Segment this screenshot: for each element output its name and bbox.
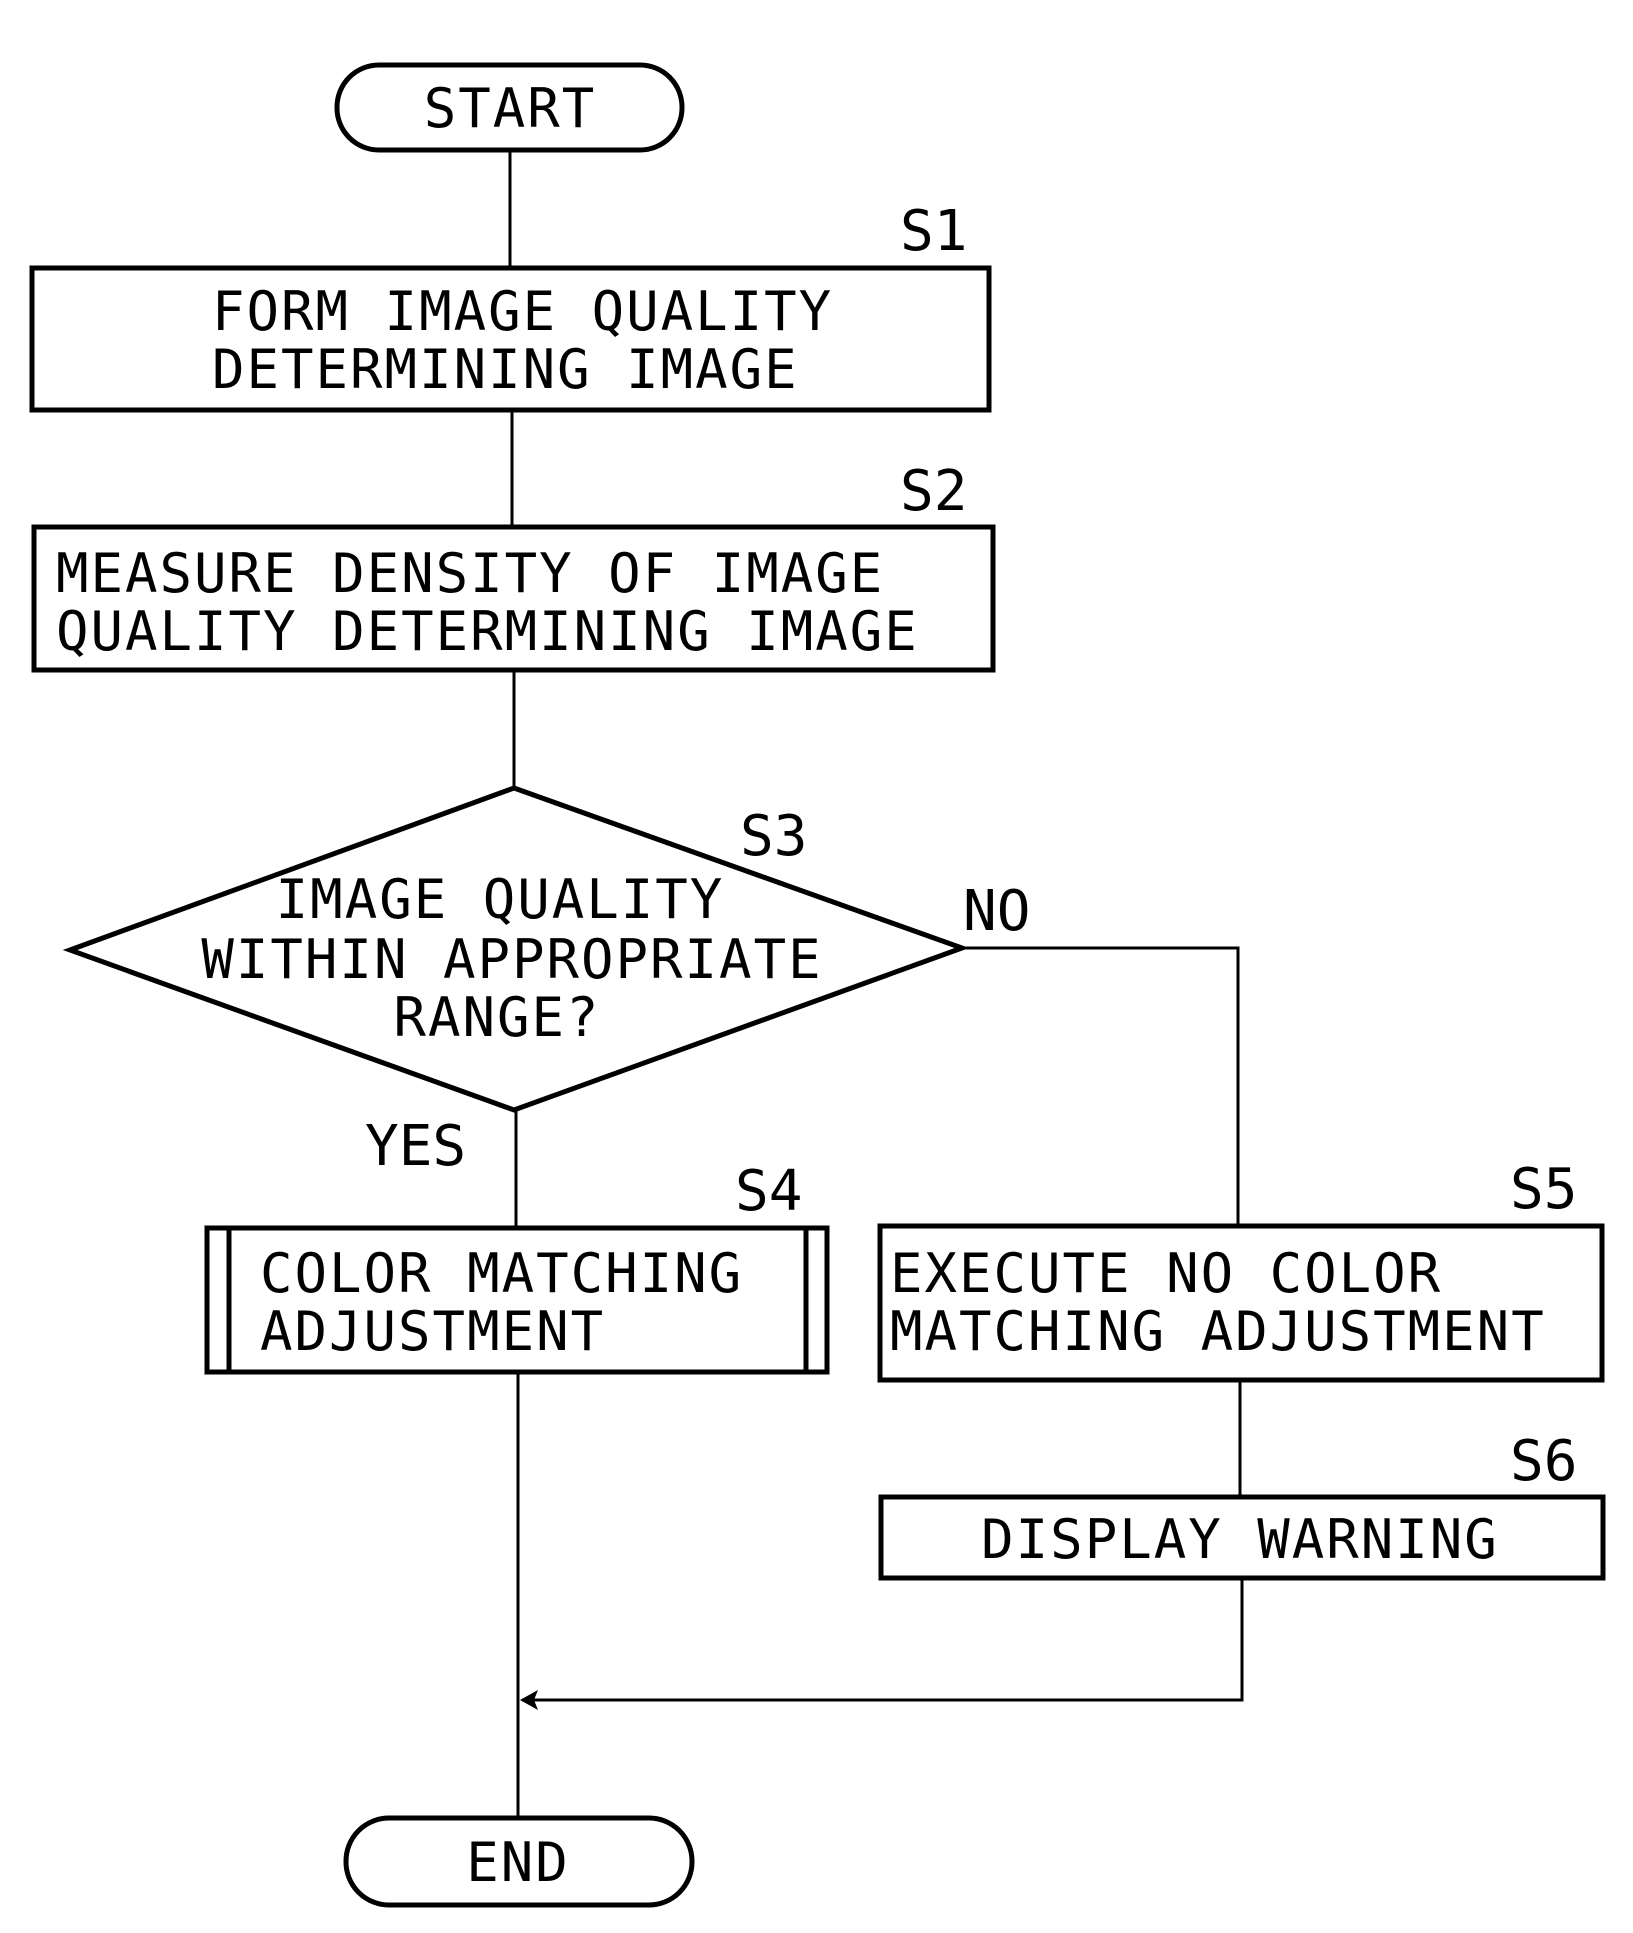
step-id-s3: S3 [740, 804, 807, 869]
end-label: END [466, 1831, 570, 1894]
flowchart: START S1 FORM IMAGE QUALITY DETERMINING … [29, 62, 1606, 1908]
step-s2-line-1: MEASURE DENSITY OF IMAGE [56, 542, 884, 605]
step-s3-line-1: IMAGE QUALITY [276, 868, 725, 931]
connector-s6-merge [522, 1578, 1244, 1702]
step-s1-line-2: DETERMINING IMAGE [212, 338, 799, 401]
step-id-s6: S6 [1510, 1429, 1577, 1494]
step-s5-box: EXECUTE NO COLOR MATCHING ADJUSTMENT [877, 1223, 1605, 1383]
step-id-s4: S4 [735, 1159, 802, 1224]
step-s6-line-1: DISPLAY WARNING [981, 1508, 1499, 1571]
step-s4-line-2: ADJUSTMENT [260, 1300, 605, 1363]
step-s1-box: FORM IMAGE QUALITY DETERMINING IMAGE [29, 265, 992, 413]
step-s3-decision: IMAGE QUALITY WITHIN APPROPRIATE RANGE? [62, 785, 970, 1113]
step-s1-line-1: FORM IMAGE QUALITY [212, 280, 833, 343]
step-s4-subroutine: COLOR MATCHING ADJUSTMENT [204, 1225, 830, 1375]
step-id-s5: S5 [1510, 1157, 1577, 1222]
step-s2-box: MEASURE DENSITY OF IMAGE QUALITY DETERMI… [31, 524, 996, 673]
step-s5-line-2: MATCHING ADJUSTMENT [890, 1300, 1546, 1363]
start-label: START [424, 77, 597, 140]
step-s3-line-2: WITHIN APPROPRIATE [201, 928, 822, 991]
step-id-s2: S2 [900, 459, 967, 524]
step-id-s1: S1 [900, 199, 967, 264]
step-s4-line-1: COLOR MATCHING [260, 1242, 743, 1305]
step-s2-line-2: QUALITY DETERMINING IMAGE [56, 600, 919, 663]
step-s5-line-1: EXECUTE NO COLOR [890, 1242, 1442, 1305]
branch-yes-label: YES [365, 1114, 466, 1179]
step-s6-box: DISPLAY WARNING [878, 1494, 1606, 1581]
connector-s3-s5-no [962, 946, 1240, 1226]
step-s3-line-3: RANGE? [393, 986, 600, 1049]
branch-no-label: NO [963, 879, 1030, 944]
end-terminal: END [343, 1815, 695, 1908]
start-terminal: START [334, 62, 685, 153]
